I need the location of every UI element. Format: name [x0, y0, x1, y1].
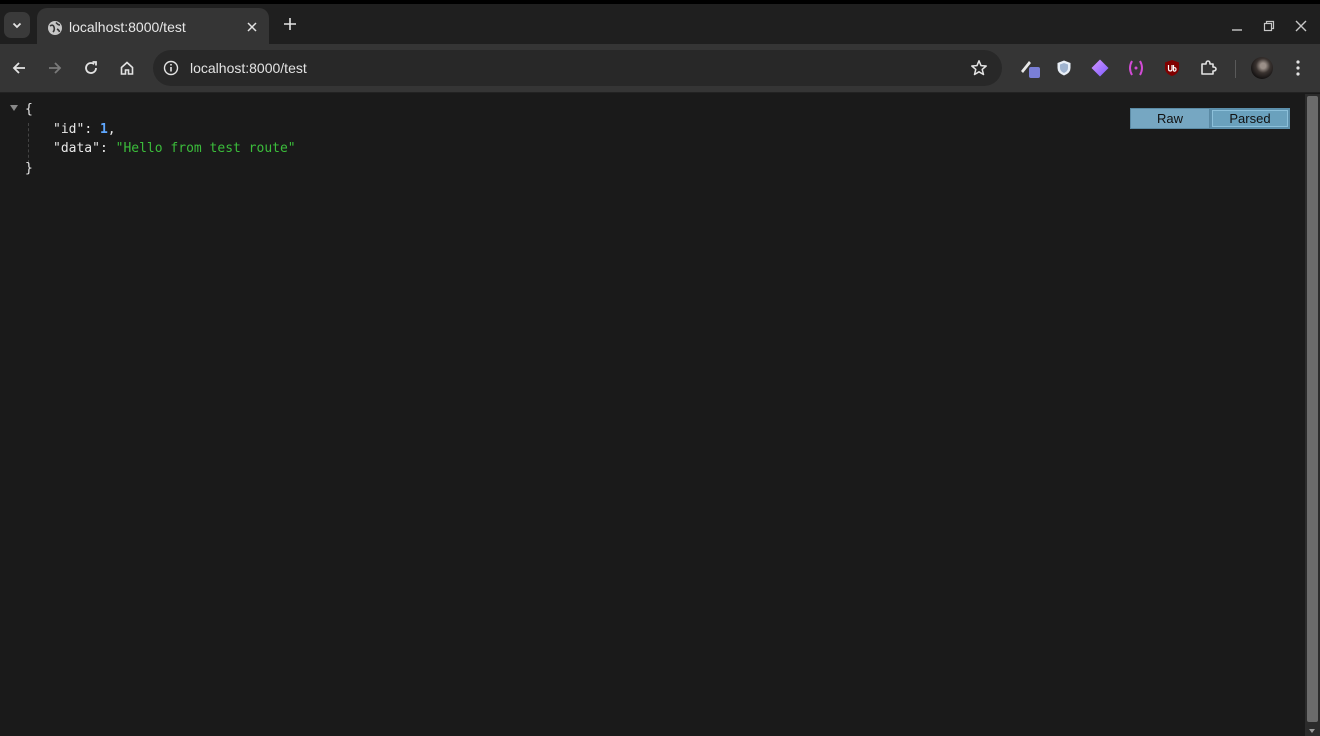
json-string-value: "Hello from test route" — [115, 141, 296, 156]
minimize-icon — [1232, 29, 1242, 31]
collapse-toggle-icon[interactable] — [10, 105, 18, 111]
active-tab[interactable]: localhost:8000/test — [37, 8, 269, 48]
json-key: "id" — [53, 122, 85, 137]
star-icon[interactable] — [970, 59, 988, 77]
json-entry-id: "id": 1, — [53, 122, 116, 137]
brackets-extension-icon[interactable] — [1125, 57, 1147, 79]
json-close-brace: } — [25, 161, 33, 176]
tab-close-button[interactable] — [243, 18, 261, 36]
globe-icon — [48, 21, 62, 35]
close-icon — [1295, 20, 1307, 32]
toolbar-separator — [1235, 60, 1236, 78]
info-icon[interactable] — [163, 60, 179, 76]
address-url[interactable]: localhost:8000/test — [190, 60, 307, 76]
arrow-left-icon — [12, 62, 25, 74]
view-toggle: Raw Parsed — [1130, 108, 1290, 129]
json-open-brace: { — [25, 102, 33, 117]
json-colon: : — [84, 122, 100, 137]
window-close-button[interactable] — [1291, 16, 1311, 36]
chevron-down-icon — [12, 22, 22, 29]
forward-button[interactable] — [43, 56, 67, 80]
json-colon: : — [99, 141, 116, 156]
paint-brush-extension-icon[interactable] — [1018, 57, 1040, 79]
puzzle-icon[interactable] — [1197, 57, 1219, 79]
plus-icon — [284, 18, 296, 30]
address-bar[interactable]: localhost:8000/test — [153, 50, 1002, 86]
arrow-right-icon — [49, 62, 62, 74]
ublock-extension-icon[interactable] — [1161, 57, 1183, 79]
raw-button[interactable]: Raw — [1130, 108, 1210, 129]
json-number-value: 1 — [99, 122, 108, 137]
home-button[interactable] — [115, 56, 139, 80]
json-comma: , — [107, 122, 116, 137]
restore-icon — [1263, 20, 1275, 32]
tab-title: localhost:8000/test — [69, 19, 186, 35]
diamond-extension-icon[interactable] — [1089, 57, 1111, 79]
back-button[interactable] — [7, 56, 31, 80]
scroll-down-arrow-icon[interactable] — [1309, 729, 1315, 733]
vertical-scrollbar[interactable] — [1305, 94, 1320, 736]
close-icon — [247, 22, 257, 32]
browser-toolbar: localhost:8000/test — [0, 44, 1320, 93]
minimize-button[interactable] — [1227, 16, 1247, 36]
new-tab-button[interactable] — [280, 14, 300, 34]
profile-avatar[interactable] — [1251, 57, 1273, 79]
tab-strip: localhost:8000/test — [0, 0, 1320, 48]
tab-search-button[interactable] — [4, 12, 30, 38]
indent-guide — [28, 123, 29, 163]
parsed-button[interactable]: Parsed — [1210, 108, 1290, 129]
shield-extension-icon[interactable] — [1053, 57, 1075, 79]
reload-icon — [85, 61, 97, 74]
json-key: "data" — [53, 141, 100, 156]
restore-button[interactable] — [1259, 16, 1279, 36]
kebab-menu-icon[interactable] — [1287, 57, 1309, 79]
scrollbar-thumb[interactable] — [1307, 96, 1318, 722]
reload-button[interactable] — [79, 56, 103, 80]
json-viewer: { "id": 1, "data": "Hello from test rout… — [0, 94, 1305, 736]
json-entry-data: "data": "Hello from test route" — [53, 141, 296, 156]
home-icon — [120, 61, 134, 75]
